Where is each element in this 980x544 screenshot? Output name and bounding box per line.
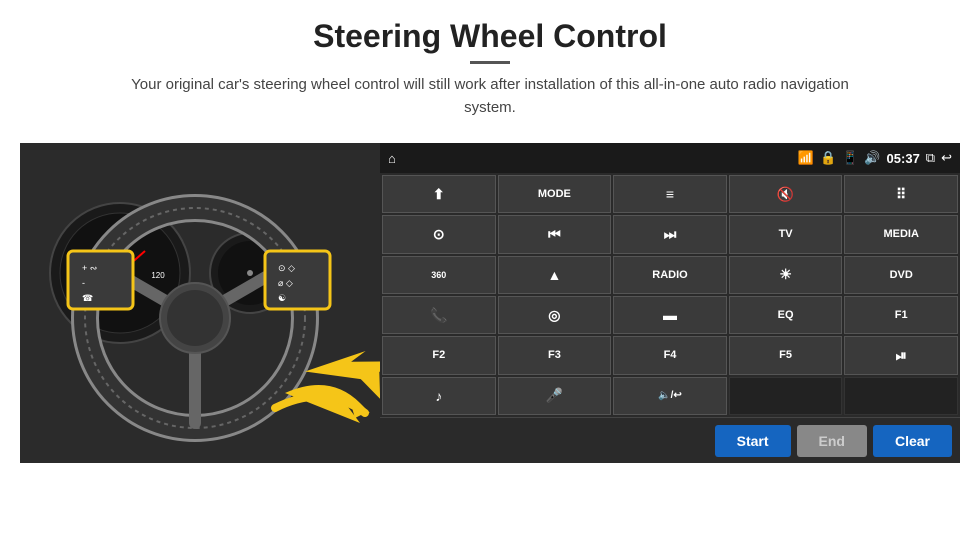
- status-time: 05:37: [887, 151, 920, 166]
- svg-text:-: -: [82, 278, 85, 288]
- start-button[interactable]: Start: [715, 425, 791, 457]
- window-icon: ⧉: [926, 150, 935, 166]
- mute-btn[interactable]: 🔇: [729, 175, 843, 213]
- status-bar-left: ⌂: [388, 151, 396, 166]
- end-button[interactable]: End: [797, 425, 867, 457]
- eq-btn[interactable]: EQ: [729, 296, 843, 334]
- mode-btn[interactable]: MODE: [498, 175, 612, 213]
- svg-text:☎: ☎: [82, 293, 93, 303]
- vol-btn[interactable]: 🔈/↩: [613, 377, 727, 415]
- bluetooth-icon: 🔊: [864, 150, 880, 166]
- f1-btn[interactable]: F1: [844, 296, 958, 334]
- steering-svg: 80 0 40 120: [20, 143, 380, 463]
- nav-btn[interactable]: ⬆: [382, 175, 496, 213]
- eject-btn[interactable]: ▲: [498, 256, 612, 294]
- apps-btn[interactable]: ⠿: [844, 175, 958, 213]
- phone-btn[interactable]: 📞: [382, 296, 496, 334]
- tv-btn[interactable]: TV: [729, 215, 843, 253]
- svg-text:+ ∾: + ∾: [82, 263, 97, 273]
- 360-btn[interactable]: 360: [382, 256, 496, 294]
- status-bar-right: 📶 🔒 📱 🔊 05:37 ⧉ ↩: [798, 150, 952, 166]
- mic-btn[interactable]: 🎤: [498, 377, 612, 415]
- page-subtitle: Your original car's steering wheel contr…: [110, 74, 870, 119]
- button-grid: ⬆ MODE ≡ 🔇 ⠿ ⊙ ⏮ ⏭ TV MEDIA 360 ▲ RADIO …: [380, 173, 960, 417]
- home-icon: ⌂: [388, 151, 396, 166]
- content-area: 80 0 40 120: [20, 143, 960, 463]
- f3-btn[interactable]: F3: [498, 336, 612, 374]
- steering-wheel-image: 80 0 40 120: [20, 143, 380, 463]
- f4-btn[interactable]: F4: [613, 336, 727, 374]
- page-title: Steering Wheel Control: [20, 18, 960, 55]
- status-bar: ⌂ 📶 🔒 📱 🔊 05:37 ⧉ ↩: [380, 143, 960, 173]
- svg-text:☯: ☯: [278, 293, 286, 303]
- back-icon: ↩: [941, 150, 952, 166]
- band-btn[interactable]: ▬: [613, 296, 727, 334]
- svg-text:⊙ ◇: ⊙ ◇: [278, 263, 295, 273]
- bottom-bar: Start End Clear: [380, 417, 960, 463]
- f5-btn[interactable]: F5: [729, 336, 843, 374]
- title-divider: [470, 61, 510, 64]
- dvd-btn[interactable]: DVD: [844, 256, 958, 294]
- page-container: Steering Wheel Control Your original car…: [0, 0, 980, 544]
- sim-icon: 📱: [842, 150, 858, 166]
- prev-btn[interactable]: ⏮: [498, 215, 612, 253]
- clear-button[interactable]: Clear: [873, 425, 952, 457]
- media-btn[interactable]: MEDIA: [844, 215, 958, 253]
- title-section: Steering Wheel Control Your original car…: [20, 18, 960, 119]
- next-btn[interactable]: ⏭: [613, 215, 727, 253]
- control-panel: ⌂ 📶 🔒 📱 🔊 05:37 ⧉ ↩ ⬆ MODE ≡ 🔇: [380, 143, 960, 463]
- music-btn[interactable]: ♪: [382, 377, 496, 415]
- empty-btn-2: [844, 377, 958, 415]
- playpause-btn[interactable]: ⏯: [844, 336, 958, 374]
- svg-text:120: 120: [151, 271, 165, 280]
- empty-btn-1: [729, 377, 843, 415]
- f2-btn[interactable]: F2: [382, 336, 496, 374]
- radio-btn[interactable]: RADIO: [613, 256, 727, 294]
- brightness-btn[interactable]: ☀: [729, 256, 843, 294]
- svg-text:⌀ ◇: ⌀ ◇: [278, 278, 293, 288]
- gps-btn[interactable]: ◎: [498, 296, 612, 334]
- settings-btn[interactable]: ⊙: [382, 215, 496, 253]
- menu-btn[interactable]: ≡: [613, 175, 727, 213]
- wifi-icon: 📶: [798, 150, 814, 166]
- lock-icon: 🔒: [820, 150, 836, 166]
